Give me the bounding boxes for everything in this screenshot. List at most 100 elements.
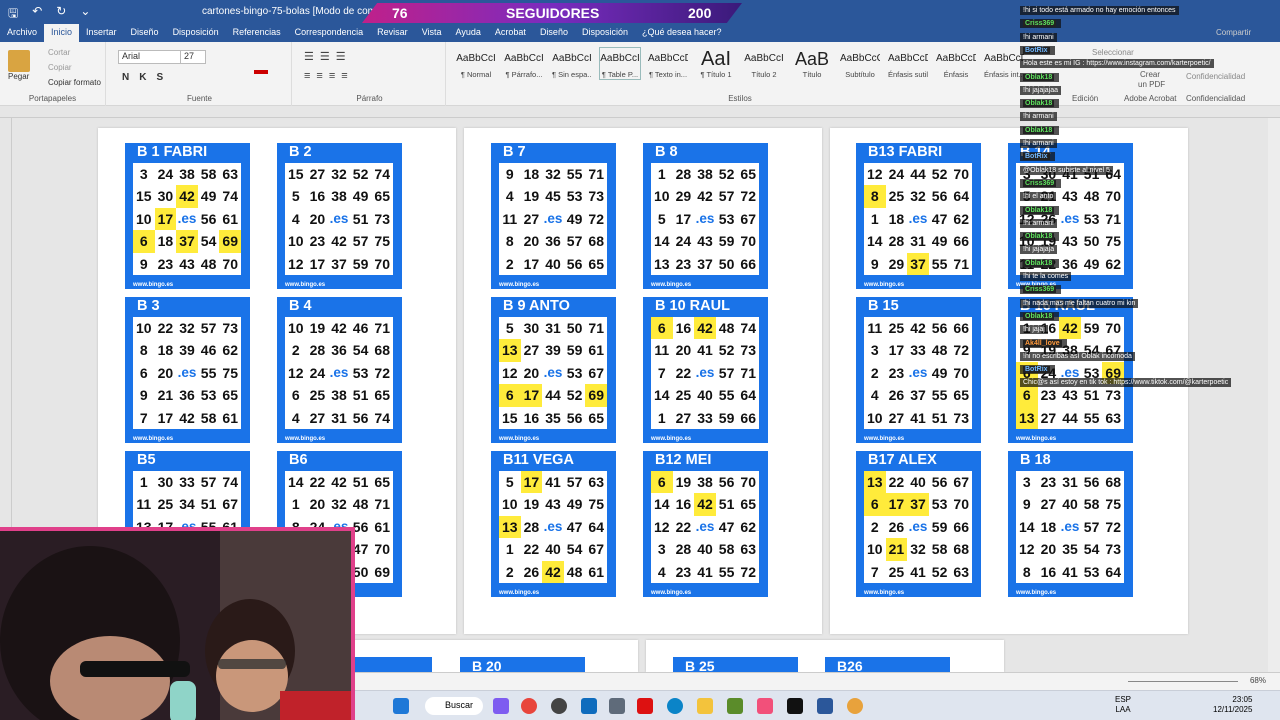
card-number[interactable]: 53 bbox=[564, 185, 586, 207]
card-number[interactable]: 9 bbox=[864, 253, 886, 275]
card-number[interactable]: 71 bbox=[371, 493, 393, 515]
card-number[interactable]: 54 bbox=[564, 538, 586, 560]
card-number[interactable]: 22 bbox=[307, 471, 329, 493]
card-number[interactable]: 10 bbox=[133, 208, 155, 230]
card-number[interactable]: 1 bbox=[864, 208, 886, 230]
card-number[interactable]: 59 bbox=[350, 253, 372, 275]
card-number[interactable]: 37 bbox=[907, 493, 929, 516]
card-number[interactable]: 51 bbox=[716, 493, 738, 515]
card-number[interactable]: 28 bbox=[673, 538, 695, 560]
card-number[interactable]: 8 bbox=[864, 185, 886, 208]
card-number[interactable]: .es bbox=[907, 208, 929, 230]
customize-icon[interactable]: ⌄ bbox=[80, 4, 90, 25]
card-number[interactable]: 17 bbox=[307, 253, 329, 275]
card-number[interactable]: 51 bbox=[198, 493, 220, 515]
style-item[interactable]: AaB Título bbox=[792, 48, 832, 79]
card-number[interactable]: 52 bbox=[716, 163, 738, 185]
card-number[interactable]: 50 bbox=[716, 253, 738, 275]
card-number[interactable]: 71 bbox=[585, 317, 607, 339]
card-number[interactable]: 22 bbox=[673, 362, 695, 384]
card-number[interactable]: 41 bbox=[1059, 561, 1081, 583]
card-number[interactable]: 26 bbox=[886, 516, 908, 538]
card-number[interactable]: 25 bbox=[886, 185, 908, 207]
card-number[interactable]: 63 bbox=[1102, 407, 1124, 429]
card-number[interactable]: 7 bbox=[133, 407, 155, 429]
style-item[interactable]: AaBbCcI ¶ Párrafo... bbox=[504, 48, 544, 79]
card-number[interactable]: 66 bbox=[737, 253, 759, 275]
card-number[interactable]: 49 bbox=[350, 185, 372, 207]
card-number[interactable]: 75 bbox=[585, 493, 607, 515]
netflix-icon[interactable] bbox=[637, 698, 653, 714]
card-number[interactable]: 17 bbox=[886, 339, 908, 361]
chrome-icon[interactable] bbox=[521, 698, 537, 714]
card-number[interactable]: 13 bbox=[499, 515, 521, 539]
card-number[interactable]: 62 bbox=[219, 339, 241, 361]
card-number[interactable]: 10 bbox=[864, 407, 886, 429]
card-number[interactable]: 42 bbox=[907, 317, 929, 339]
card-number[interactable]: 53 bbox=[929, 493, 951, 515]
card-number[interactable]: 59 bbox=[929, 516, 951, 538]
card-number[interactable]: 57 bbox=[716, 362, 738, 384]
card-number[interactable]: 22 bbox=[673, 516, 695, 538]
card-number[interactable]: 1 bbox=[651, 163, 673, 185]
card-number[interactable]: 58 bbox=[716, 538, 738, 560]
card-number[interactable]: 56 bbox=[929, 317, 951, 339]
card-number[interactable]: 5 bbox=[285, 185, 307, 207]
tab-correspondencia[interactable]: Correspondencia bbox=[288, 24, 371, 42]
card-number[interactable]: .es bbox=[694, 516, 716, 538]
card-number[interactable]: 56 bbox=[716, 471, 738, 493]
card-number[interactable]: 74 bbox=[737, 317, 759, 339]
card-number[interactable]: 67 bbox=[585, 538, 607, 560]
card-number[interactable]: 70 bbox=[950, 163, 972, 185]
tab-disposicion[interactable]: Disposición bbox=[166, 24, 226, 42]
card-number[interactable]: 6 bbox=[864, 493, 886, 516]
card-number[interactable]: 9 bbox=[133, 384, 155, 406]
card-number[interactable]: 21 bbox=[155, 384, 177, 406]
card-number[interactable]: 2 bbox=[864, 516, 886, 538]
card-number[interactable]: 25 bbox=[886, 561, 908, 583]
card-number[interactable]: 43 bbox=[694, 230, 716, 252]
copy-button[interactable]: Copiar bbox=[48, 63, 72, 72]
card-number[interactable]: 61 bbox=[585, 339, 607, 361]
card-number[interactable]: 57 bbox=[350, 230, 372, 252]
card-number[interactable]: 52 bbox=[350, 163, 372, 185]
card-number[interactable]: 15 bbox=[285, 163, 307, 185]
card-number[interactable]: 36 bbox=[328, 339, 350, 361]
card-number[interactable]: 5 bbox=[499, 471, 521, 493]
zoom-slider[interactable] bbox=[1128, 681, 1238, 682]
card-number[interactable]: 46 bbox=[350, 317, 372, 339]
card-number[interactable]: 30 bbox=[155, 471, 177, 493]
tab-diseno-tabla[interactable]: Diseño bbox=[533, 24, 575, 42]
card-number[interactable]: 40 bbox=[1059, 493, 1081, 515]
card-number[interactable]: 40 bbox=[694, 384, 716, 406]
tab-ayuda[interactable]: Ayuda bbox=[449, 24, 488, 42]
card-number[interactable]: 71 bbox=[371, 317, 393, 339]
card-number[interactable]: 30 bbox=[521, 317, 543, 339]
card-number[interactable]: 48 bbox=[716, 317, 738, 339]
card-number[interactable]: 52 bbox=[929, 163, 951, 185]
card-number[interactable]: 37 bbox=[907, 252, 929, 275]
card-number[interactable]: 27 bbox=[521, 339, 543, 361]
card-number[interactable]: 72 bbox=[371, 362, 393, 384]
card-number[interactable]: 49 bbox=[929, 362, 951, 384]
card-number[interactable]: 42 bbox=[328, 230, 350, 252]
card-number[interactable]: 67 bbox=[219, 493, 241, 515]
card-number[interactable]: 41 bbox=[542, 471, 564, 493]
card-number[interactable]: .es bbox=[694, 208, 716, 230]
font-name-select[interactable]: Arial bbox=[118, 50, 186, 64]
card-number[interactable]: 5 bbox=[499, 317, 521, 339]
card-number[interactable]: 24 bbox=[155, 163, 177, 185]
card-number[interactable]: 63 bbox=[737, 538, 759, 560]
zoom-level[interactable]: 68% bbox=[1250, 676, 1266, 685]
card-number[interactable]: 48 bbox=[564, 561, 586, 583]
card-number[interactable]: 47 bbox=[716, 516, 738, 538]
card-number[interactable]: 4 bbox=[499, 185, 521, 207]
card-number[interactable]: 2 bbox=[499, 253, 521, 275]
card-number[interactable]: 1 bbox=[133, 471, 155, 493]
card-number[interactable]: 75 bbox=[371, 230, 393, 252]
card-number[interactable]: 58 bbox=[929, 538, 951, 560]
card-number[interactable]: 11 bbox=[651, 339, 673, 361]
card-number[interactable]: 27 bbox=[307, 163, 329, 185]
card-number[interactable]: 61 bbox=[219, 208, 241, 230]
card-number[interactable]: 69 bbox=[371, 561, 393, 583]
